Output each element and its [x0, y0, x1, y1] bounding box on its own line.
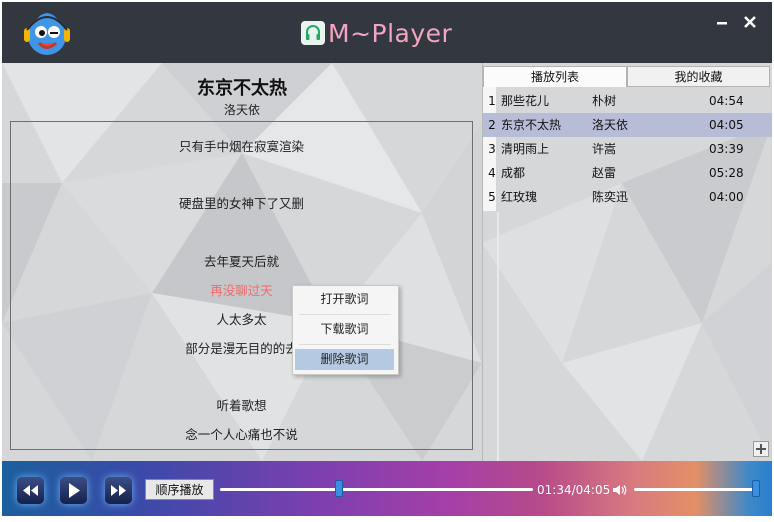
- song-title: 东京不太热: [197, 78, 287, 99]
- progress-slider-handle[interactable]: [334, 480, 343, 497]
- app-title-text: M~Player: [328, 18, 453, 48]
- time-display: 01:34/04:05: [537, 483, 611, 497]
- row-index: 3: [488, 142, 496, 156]
- lyrics-context-menu: 打开歌词 下载歌词 删除歌词: [292, 285, 399, 375]
- lyric-line: 念一个人心痛也不说: [185, 427, 298, 442]
- player-window: M~Player 东京不太热 洛天依 只有手中烟在寂寞渲染 硬盘里的女神下了又删…: [2, 2, 772, 516]
- minimize-icon: [717, 22, 727, 25]
- song-artist-cell: 许嵩: [592, 142, 617, 156]
- progress-slider-track[interactable]: [220, 488, 533, 491]
- song-duration: 05:28: [709, 166, 744, 180]
- playlist-scrollbar[interactable]: [497, 212, 499, 461]
- menu-divider: [299, 314, 391, 315]
- app-title: M~Player: [301, 16, 452, 50]
- previous-icon: [23, 485, 38, 496]
- blue-monster-logo-icon: [24, 13, 70, 55]
- open-lyrics-menu-item[interactable]: 打开歌词: [295, 289, 394, 310]
- play-button[interactable]: [60, 477, 87, 504]
- close-button[interactable]: [740, 12, 760, 32]
- menu-divider: [299, 344, 391, 345]
- lyric-line: 人太多太: [216, 312, 267, 327]
- volume-slider-track[interactable]: [634, 488, 758, 491]
- song-duration: 04:05: [709, 118, 744, 132]
- title-bar[interactable]: M~Player: [2, 2, 772, 63]
- playlist-row[interactable]: 4 成都 赵雷 05:28: [483, 161, 772, 185]
- previous-button[interactable]: [17, 477, 44, 504]
- song-name: 成都: [501, 166, 526, 180]
- song-name: 东京不太热: [501, 118, 562, 132]
- play-mode-button[interactable]: 顺序播放: [145, 479, 214, 500]
- tab-playlist[interactable]: 播放列表: [483, 66, 627, 87]
- add-playlist-button[interactable]: [753, 441, 769, 457]
- song-artist-cell: 陈奕迅: [592, 190, 629, 204]
- current-lyric-line: 再没聊过天: [210, 283, 273, 298]
- volume-slider-handle[interactable]: [752, 480, 760, 497]
- lyric-line: 部分是漫无目的的去: [185, 341, 298, 356]
- playlist-row-selected[interactable]: 2 东京不太热 洛天依 04:05: [483, 113, 772, 137]
- song-duration: 03:39: [709, 142, 744, 156]
- playlist-row[interactable]: 5 红玫瑰 陈奕迅 04:00: [483, 185, 772, 209]
- row-index: 2: [488, 118, 496, 132]
- song-name: 清明雨上: [501, 142, 550, 156]
- lyric-line: 硬盘里的女神下了又删: [178, 196, 304, 211]
- page-margin: [0, 516, 774, 522]
- song-artist-cell: 赵雷: [592, 166, 617, 180]
- row-index: 4: [488, 166, 496, 180]
- playlist-row[interactable]: 3 清明雨上 许嵩 03:39: [483, 137, 772, 161]
- minimize-button[interactable]: [712, 12, 732, 32]
- headphones-icon: [301, 21, 325, 45]
- lyric-line: 去年夏天后就: [203, 254, 279, 269]
- row-index: 1: [488, 94, 496, 108]
- song-duration: 04:54: [709, 94, 744, 108]
- playlist-row[interactable]: 1 那些花儿 朴树 04:54: [483, 89, 772, 113]
- play-icon: [69, 483, 80, 498]
- next-button[interactable]: [105, 477, 132, 504]
- close-icon: [744, 16, 756, 28]
- lyric-line: 只有手中烟在寂寞渲染: [178, 139, 304, 154]
- song-artist: 洛天依: [223, 103, 260, 117]
- row-index: 5: [488, 190, 496, 204]
- song-name: 红玫瑰: [501, 190, 538, 204]
- song-duration: 04:00: [709, 190, 744, 204]
- song-artist-cell: 洛天依: [592, 118, 629, 132]
- volume-icon[interactable]: [612, 483, 628, 497]
- delete-lyrics-menu-item[interactable]: 删除歌词: [295, 349, 394, 370]
- song-artist-cell: 朴树: [592, 94, 617, 108]
- lyric-line: 听着歌想: [216, 398, 267, 413]
- tab-favorites[interactable]: 我的收藏: [627, 66, 770, 87]
- song-name: 那些花儿: [501, 94, 550, 108]
- download-lyrics-menu-item[interactable]: 下载歌词: [295, 319, 394, 340]
- next-icon: [111, 485, 126, 496]
